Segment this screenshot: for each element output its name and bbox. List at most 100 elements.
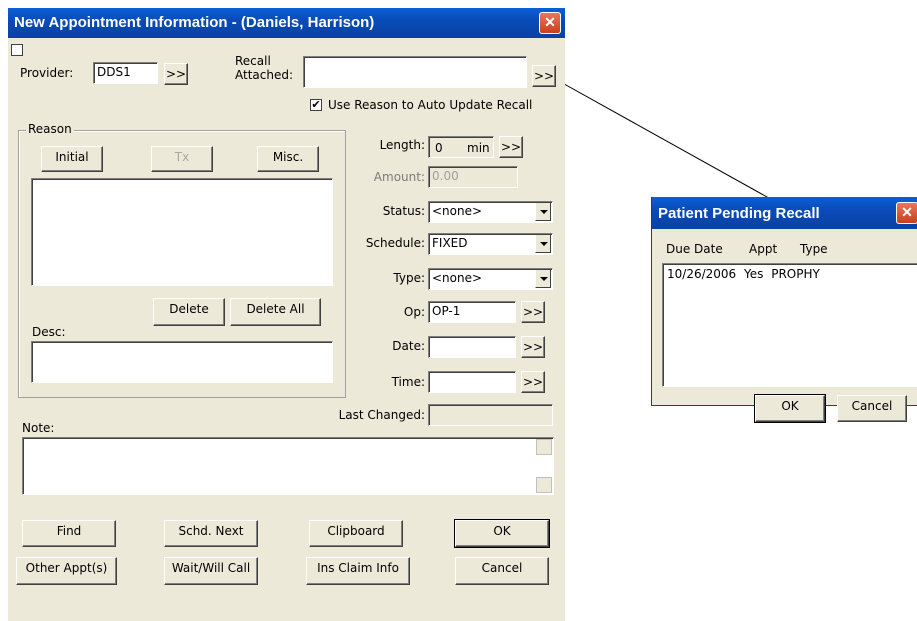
appointment-flag-checkbox[interactable] (11, 44, 23, 56)
recall-window-title: Patient Pending Recall (658, 205, 820, 222)
length-unit: min (467, 141, 490, 155)
ok-button[interactable]: OK (454, 519, 550, 548)
schedule-dropdown-icon[interactable] (535, 235, 551, 253)
last-changed-label: Last Changed: (338, 408, 425, 422)
recall-appt: Yes (744, 267, 764, 281)
delete-button-label: Delete (169, 302, 209, 316)
wait-will-call-button-label: Wait/Will Call (171, 561, 251, 575)
op-label: Op: (403, 305, 425, 319)
recall-cancel-label: Cancel (851, 399, 893, 413)
length-more-label: >> (500, 140, 522, 154)
main-titlebar: New Appointment Information - (Daniels, … (8, 8, 565, 38)
op-input[interactable]: OP-1 (428, 301, 516, 323)
delete-button[interactable]: Delete (153, 298, 225, 326)
note-textarea[interactable] (22, 437, 554, 495)
schedule-value: FIXED (432, 236, 468, 250)
schd-next-button[interactable]: Schd. Next (164, 520, 258, 547)
status-dropdown-icon[interactable] (535, 203, 551, 221)
use-reason-checkbox[interactable]: ✔ (310, 99, 322, 111)
length-value: 0 (435, 141, 443, 155)
recall-ok-button[interactable]: OK (754, 394, 826, 423)
col-header-appt: Appt (749, 242, 778, 256)
recall-close-icon[interactable]: ✕ (896, 202, 917, 224)
col-header-type: Type (800, 242, 828, 256)
length-more-button[interactable]: >> (499, 136, 523, 158)
cancel-button-label: Cancel (481, 561, 523, 575)
recall-attached-input[interactable] (303, 56, 527, 88)
length-input[interactable]: 0 min (428, 136, 494, 158)
type-label: Type: (393, 271, 425, 285)
other-appts-button-label: Other Appt(s) (25, 561, 108, 575)
time-more-label: >> (522, 375, 544, 389)
main-window-title: New Appointment Information - (Daniels, … (14, 14, 375, 31)
desc-input[interactable] (31, 341, 333, 383)
reason-group-label: Reason (26, 122, 74, 136)
last-changed-input (428, 404, 553, 426)
recall-cancel-button[interactable]: Cancel (837, 395, 907, 422)
ins-claim-info-button-label: Ins Claim Info (317, 561, 399, 575)
note-label: Note: (22, 421, 55, 435)
op-more-label: >> (522, 305, 544, 319)
delete-all-button-label: Delete All (246, 302, 305, 316)
date-label: Date: (392, 339, 425, 353)
new-appointment-window: New Appointment Information - (Daniels, … (8, 8, 565, 621)
recall-titlebar: Patient Pending Recall ✕ (652, 197, 917, 229)
list-item[interactable]: 10/26/2006 Yes PROPHY (667, 267, 820, 281)
patient-pending-recall-window: Patient Pending Recall ✕ Due Date Appt T… (651, 197, 917, 423)
length-label: Length: (379, 138, 425, 152)
recall-ok-label: OK (781, 399, 799, 413)
desc-label: Desc: (32, 325, 66, 339)
delete-all-button[interactable]: Delete All (230, 298, 321, 326)
recall-list[interactable]: 10/26/2006 Yes PROPHY (662, 263, 917, 387)
misc-button[interactable]: Misc. (257, 146, 319, 172)
provider-more-button[interactable]: >> (164, 63, 188, 85)
col-header-due-date: Due Date (666, 242, 723, 256)
recall-label-line1: Recall (235, 54, 271, 68)
time-label: Time: (391, 375, 425, 389)
recall-more-button[interactable]: >> (532, 65, 556, 87)
recall-more-label: >> (533, 69, 555, 83)
op-more-button[interactable]: >> (521, 301, 545, 323)
misc-button-label: Misc. (272, 150, 304, 164)
clipboard-button-label: Clipboard (327, 524, 385, 538)
find-button-label: Find (56, 524, 82, 538)
recall-type: PROPHY (771, 267, 820, 281)
time-more-button[interactable]: >> (521, 371, 545, 393)
date-more-label: >> (522, 340, 544, 354)
use-reason-label: Use Reason to Auto Update Recall (328, 98, 533, 112)
type-select[interactable]: <none> (428, 268, 553, 290)
time-input[interactable] (428, 371, 516, 393)
clipboard-button[interactable]: Clipboard (309, 520, 403, 547)
reason-list[interactable] (31, 178, 333, 286)
status-label: Status: (382, 204, 425, 218)
provider-label: Provider: (20, 66, 74, 80)
tx-button-label: Tx (174, 150, 190, 164)
schedule-select[interactable]: FIXED (428, 233, 553, 255)
tx-button[interactable]: Tx (151, 146, 213, 172)
schd-next-button-label: Schd. Next (178, 524, 244, 538)
status-value: <none> (432, 204, 483, 218)
amount-input: 0.00 (428, 166, 518, 188)
type-dropdown-icon[interactable] (535, 270, 551, 288)
cancel-button[interactable]: Cancel (455, 557, 549, 585)
ok-button-label: OK (493, 524, 511, 538)
recall-label-line2: Attached: (235, 68, 294, 82)
provider-more-label: >> (165, 67, 187, 81)
ins-claim-info-button[interactable]: Ins Claim Info (306, 557, 410, 585)
other-appts-button[interactable]: Other Appt(s) (16, 557, 117, 585)
date-input[interactable] (428, 336, 516, 358)
note-scroll-down-icon[interactable] (536, 477, 552, 493)
find-button[interactable]: Find (22, 520, 116, 547)
schedule-label: Schedule: (365, 236, 425, 250)
date-more-button[interactable]: >> (521, 336, 545, 358)
type-value: <none> (432, 271, 483, 285)
recall-due-date: 10/26/2006 (667, 267, 737, 281)
initial-button-label: Initial (55, 150, 89, 164)
amount-label: Amount: (373, 170, 425, 184)
provider-input[interactable]: DDS1 (93, 62, 158, 84)
wait-will-call-button[interactable]: Wait/Will Call (164, 557, 258, 585)
note-scroll-up-icon[interactable] (536, 439, 552, 455)
initial-button[interactable]: Initial (41, 146, 103, 172)
close-icon[interactable]: ✕ (539, 12, 561, 34)
status-select[interactable]: <none> (428, 201, 553, 223)
